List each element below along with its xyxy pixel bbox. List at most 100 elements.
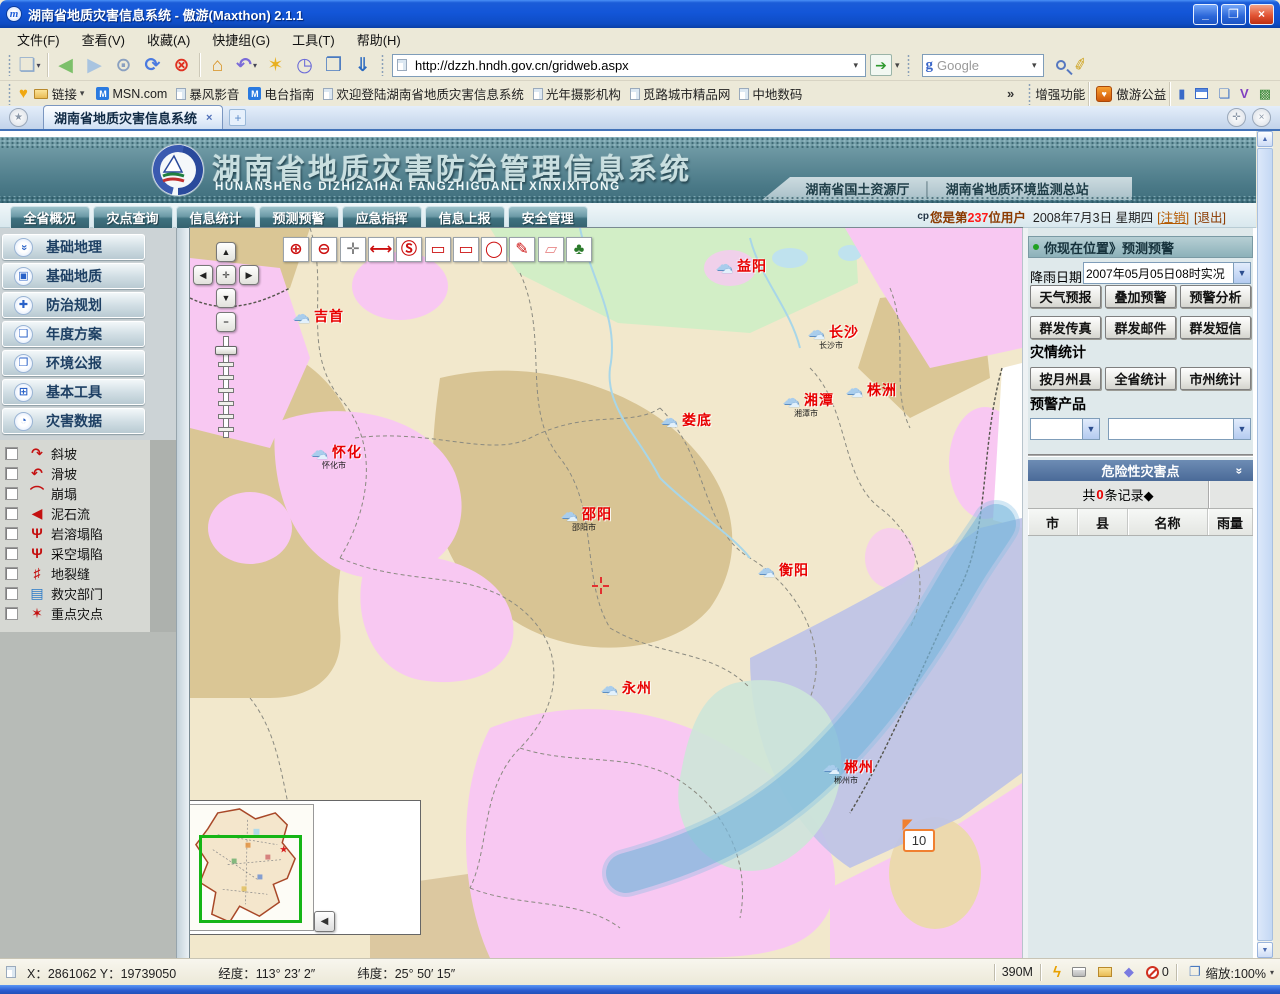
refresh-button[interactable]: ⟳ (138, 52, 167, 79)
zoom-in-tool-button[interactable]: ⊕ (283, 237, 309, 262)
nav-tab-1[interactable]: 全省概况 (10, 206, 90, 228)
collapse-chevron-icon[interactable]: » (1233, 467, 1247, 474)
logout-link[interactable]: [注销] (1157, 207, 1189, 226)
layer-checkbox[interactable] (5, 467, 18, 480)
toolbar-grip-handle[interactable] (8, 54, 11, 76)
panel-button[interactable]: 群发传真 (1030, 316, 1101, 339)
menu-item[interactable]: 工具(T) (281, 28, 346, 51)
page-scrollbar[interactable]: ▲ ▼ (1257, 131, 1273, 958)
sidebar-item[interactable]: »基础地理 (2, 234, 145, 260)
popup-blocker-icon[interactable] (1146, 966, 1159, 979)
back-button[interactable]: ◀ (51, 52, 80, 79)
links-folder-caret-icon[interactable]: ▾ (77, 88, 88, 99)
sidebar-item[interactable]: ▣基础地质 (2, 263, 145, 289)
zoom-minus-button[interactable]: − (216, 312, 236, 332)
nav-tab-3[interactable]: 信息统计 (176, 206, 256, 228)
cube-icon[interactable]: ▩ (1259, 86, 1271, 102)
menu-item[interactable]: 收藏(A) (136, 28, 201, 51)
menu-item[interactable]: 快捷组(G) (201, 28, 281, 51)
pan-down-button[interactable]: ▼ (216, 288, 236, 308)
link-item[interactable]: 暴风影音 (176, 84, 239, 103)
link-item[interactable]: 觅路城市精品网 (630, 84, 731, 103)
pan-center-button[interactable]: ✛ (216, 265, 236, 285)
zoom-resize-icon[interactable]: ❐ (1189, 964, 1201, 980)
warning-product-select-1[interactable]: ▼ (1030, 418, 1100, 440)
title-bar[interactable]: m 湖南省地质灾害信息系统 - 傲游(Maxthon) 2.1.1 _❐× (0, 0, 1280, 28)
panel-button[interactable]: 市州统计 (1180, 367, 1251, 390)
tab-close-icon[interactable]: × (206, 112, 212, 124)
download-button[interactable]: ⇓ (348, 52, 377, 79)
panel-button[interactable]: 预警分析 (1180, 285, 1251, 308)
magic-wand-button[interactable]: ✶ (261, 52, 290, 79)
link-item[interactable]: 光年摄影机构 (533, 84, 621, 103)
favorites-star-button[interactable]: ★ (9, 108, 28, 127)
forward-button[interactable]: ▶ (80, 52, 109, 79)
menu-item[interactable]: 查看(V) (71, 28, 136, 51)
link-item[interactable]: 欢迎登陆湖南省地质灾害信息系统 (323, 84, 524, 103)
panel-button[interactable]: 叠加预警 (1105, 285, 1176, 308)
menu-item[interactable]: 文件(F) (6, 28, 71, 51)
sidebar-item[interactable]: ❐环境公报 (2, 350, 145, 376)
links-overflow-chevron[interactable]: » (1007, 86, 1014, 101)
search-engine-dropdown-icon[interactable]: ▾ (1029, 60, 1040, 71)
address-bar[interactable]: http://dzzh.hndh.gov.cn/gridweb.aspx ▾ (392, 54, 866, 77)
full-extent-tool-button[interactable]: ♣ (566, 237, 592, 262)
plugins-grip-handle[interactable] (1028, 83, 1031, 105)
measure-tool-button[interactable]: ⟷ (368, 237, 394, 262)
select-arrow-icon[interactable]: ▼ (1082, 419, 1099, 439)
pan-left-button[interactable]: ◀ (193, 265, 213, 285)
plugin-diamond-icon[interactable]: ◆ (1124, 964, 1134, 980)
pan-right-button[interactable]: ▶ (239, 265, 259, 285)
close-button[interactable]: × (1249, 4, 1274, 25)
rain-date-select[interactable]: 2007年05月05日08时实况 ▼ (1083, 262, 1251, 284)
clear-selection-tool-button[interactable]: ▭ (453, 237, 479, 262)
layer-checkbox[interactable] (5, 567, 18, 580)
warning-flag-marker[interactable]: 10 (903, 829, 935, 852)
links-folder-label[interactable]: 链接 (52, 84, 77, 103)
eraser-tool-button[interactable]: ▱ (538, 237, 564, 262)
scroll-down-icon[interactable]: ▼ (1257, 942, 1273, 958)
layer-checkbox[interactable] (5, 447, 18, 460)
plus-features-link[interactable]: 增强功能 (1035, 84, 1085, 103)
select-arrow-icon[interactable]: ▼ (1233, 263, 1250, 283)
panel-button[interactable]: 全省统计 (1105, 367, 1176, 390)
danger-points-header[interactable]: 危险性灾害点 » (1028, 460, 1253, 481)
layer-checkbox[interactable] (5, 527, 18, 540)
search-box[interactable]: g Google ▾ (922, 54, 1044, 77)
sidebar-item[interactable]: ✚防治规划 (2, 292, 145, 318)
scrollbar-thumb[interactable] (1257, 148, 1273, 941)
sidebar-item[interactable]: ❏年度方案 (2, 321, 145, 347)
phone-icon[interactable]: ▮ (1178, 86, 1185, 102)
clock-button[interactable]: ◷ (290, 52, 319, 79)
exit-link[interactable]: [退出] (1194, 207, 1226, 226)
undo-button[interactable]: ↶▾ (232, 52, 261, 79)
go-dropdown-icon[interactable]: ▾ (892, 60, 903, 71)
charity-link[interactable]: 傲游公益 (1116, 84, 1166, 103)
layer-checkbox[interactable] (5, 587, 18, 600)
sidebar-splitter[interactable] (176, 228, 190, 958)
maxthon-charity-shield-icon[interactable]: ♥ (1096, 86, 1112, 102)
scale-tool-button[interactable]: Ⓢ (396, 237, 422, 262)
zoom-out-tool-button[interactable]: ⊖ (311, 237, 337, 262)
wrench-icon[interactable]: ✛ (1227, 108, 1246, 127)
panel-button[interactable]: 天气预报 (1030, 285, 1101, 308)
printer-icon[interactable] (1072, 967, 1086, 977)
nav-tab-6[interactable]: 信息上报 (425, 206, 505, 228)
warning-product-select-2[interactable]: ▼ (1108, 418, 1251, 440)
link-item[interactable]: M电台指南 (248, 84, 314, 103)
pan-up-button[interactable]: ▲ (216, 242, 236, 262)
layer-checkbox[interactable] (5, 487, 18, 500)
link-land-resources-dept[interactable]: 湖南省国土资源厅 (805, 179, 909, 198)
menu-item[interactable]: 帮助(H) (346, 28, 412, 51)
redline-tool-button[interactable]: ✎ (509, 237, 535, 262)
new-page-button[interactable]: ❏▾ (15, 52, 44, 79)
history-dropdown-button[interactable]: ⊙ (109, 52, 138, 79)
select-arrow-icon[interactable]: ▼ (1233, 419, 1250, 439)
overview-extent-rectangle[interactable] (199, 835, 302, 923)
active-tab[interactable]: 湖南省地质灾害信息系统 × (43, 105, 223, 129)
document-icon[interactable]: ❏ (1218, 86, 1230, 102)
panel-button[interactable]: 群发短信 (1180, 316, 1251, 339)
map-viewport[interactable]: 10 ★ ◀ (190, 228, 1022, 958)
sidebar-item[interactable]: ⊞基本工具 (2, 379, 145, 405)
new-folder-icon[interactable] (1098, 967, 1112, 977)
